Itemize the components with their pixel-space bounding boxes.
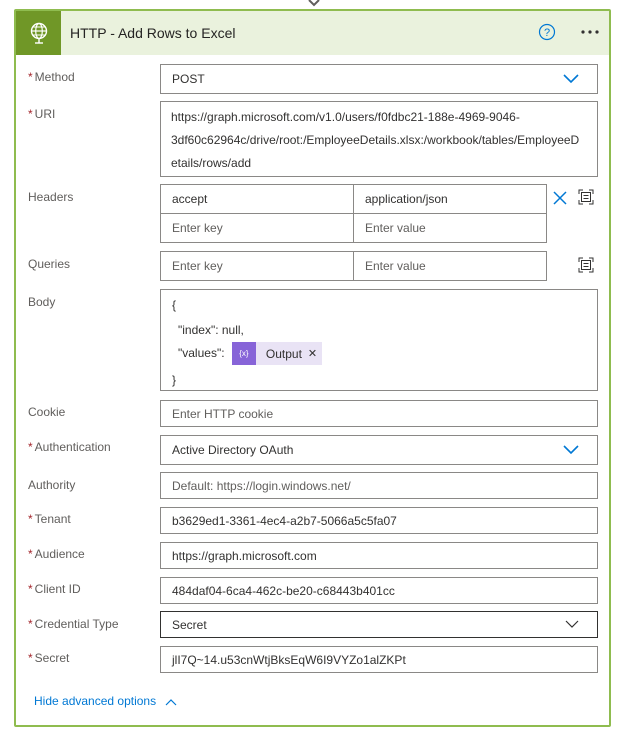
- card-header[interactable]: HTTP - Add Rows to Excel ?: [16, 11, 609, 55]
- text-mode-icon[interactable]: [578, 189, 594, 205]
- authentication-value: Active Directory OAuth: [172, 443, 294, 457]
- authentication-label-text: Authentication: [34, 440, 111, 454]
- chevron-down-icon: [563, 445, 579, 455]
- method-label: * Method: [28, 70, 75, 84]
- secret-label: * Secret: [28, 651, 69, 665]
- credential-type-dropdown[interactable]: Secret: [160, 611, 598, 638]
- variable-icon: {x}: [231, 342, 256, 366]
- more-horizontal-icon[interactable]: [578, 22, 602, 42]
- help-circle-icon[interactable]: ?: [538, 23, 556, 41]
- authority-label: Authority: [28, 478, 76, 492]
- cookie-input[interactable]: Enter HTTP cookie: [160, 400, 598, 427]
- client-id-label-text: Client ID: [34, 582, 81, 596]
- client-id-label: * Client ID: [28, 582, 81, 596]
- action-card: HTTP - Add Rows to Excel ? * Method POST …: [14, 9, 611, 727]
- chevron-up-icon: [166, 698, 177, 706]
- query-value-input[interactable]: Enter value: [353, 251, 547, 281]
- uri-line: etails/rows/add: [171, 156, 252, 170]
- hide-advanced-options-label: Hide advanced options: [34, 694, 157, 708]
- credential-type-value: Secret: [172, 618, 207, 632]
- audience-value: https://graph.microsoft.com: [172, 549, 317, 563]
- body-line: }: [172, 373, 177, 387]
- header-value-value: application/json: [365, 192, 448, 206]
- required-marker: *: [28, 547, 33, 561]
- connector-arrow-icon: [308, 0, 320, 7]
- hide-advanced-options-link[interactable]: Hide advanced options: [34, 694, 177, 708]
- text-mode-icon[interactable]: [578, 257, 594, 273]
- uri-line: https://graph.microsoft.com/v1.0/users/f…: [171, 110, 520, 124]
- required-marker: *: [28, 582, 33, 596]
- uri-input[interactable]: https://graph.microsoft.com/v1.0/users/f…: [160, 101, 598, 177]
- header-value-input[interactable]: Enter value: [353, 213, 547, 243]
- credential-type-label: * Credential Type: [28, 617, 119, 631]
- authority-input[interactable]: Default: https://login.windows.net/: [160, 472, 598, 499]
- body-values-key: "values":: [178, 346, 225, 360]
- header-value-input[interactable]: application/json: [353, 184, 547, 214]
- uri-label: * URI: [28, 107, 55, 121]
- svg-text:?: ?: [544, 27, 550, 39]
- uri-label-text: URI: [34, 107, 56, 121]
- audience-input[interactable]: https://graph.microsoft.com: [160, 542, 598, 569]
- tenant-value: b3629ed1-3361-4ec4-a2b7-5066a5c5fa07: [172, 514, 397, 528]
- body-label: Body: [28, 295, 56, 309]
- header-key-input[interactable]: Enter key: [160, 213, 354, 243]
- token-label: Output: [265, 346, 302, 361]
- body-editor[interactable]: { "index": null, "values": {x} Output ✕ …: [160, 289, 598, 391]
- secret-value: jlI7Q~14.u53cnWtjBksEqW6I9VYZo1alZKPt: [172, 653, 406, 667]
- chevron-down-icon: [563, 74, 579, 84]
- required-marker: *: [28, 70, 33, 84]
- header-key-placeholder: Enter key: [172, 221, 223, 235]
- body-values-line: "values": {x} Output ✕: [178, 340, 323, 367]
- uri-line: 3df60c62964c/drive/root:/EmployeeDetails…: [171, 133, 580, 147]
- authentication-dropdown[interactable]: Active Directory OAuth: [160, 435, 598, 465]
- chevron-down-icon: [565, 620, 579, 628]
- tenant-label-text: Tenant: [34, 512, 71, 526]
- secret-input[interactable]: jlI7Q~14.u53cnWtjBksEqW6I9VYZo1alZKPt: [160, 646, 598, 673]
- headers-label: Headers: [28, 190, 74, 204]
- body-line: {: [172, 298, 177, 312]
- required-marker: *: [28, 651, 33, 665]
- header-value-placeholder: Enter value: [365, 221, 426, 235]
- query-key-input[interactable]: Enter key: [160, 251, 354, 281]
- method-value: POST: [172, 72, 205, 86]
- authentication-label: * Authentication: [28, 440, 111, 454]
- authority-placeholder: Default: https://login.windows.net/: [172, 479, 351, 493]
- required-marker: *: [28, 512, 33, 526]
- cookie-label: Cookie: [28, 405, 66, 419]
- cookie-placeholder: Enter HTTP cookie: [172, 407, 274, 421]
- dynamic-content-token[interactable]: {x} Output ✕: [231, 341, 323, 367]
- client-id-input[interactable]: 484daf04-6ca4-462c-be20-c68443b401cc: [160, 577, 598, 604]
- remove-header-icon[interactable]: [553, 191, 567, 205]
- required-marker: *: [28, 617, 33, 631]
- credential-type-label-text: Credential Type: [34, 617, 119, 631]
- required-marker: *: [28, 440, 33, 454]
- method-label-text: Method: [34, 70, 75, 84]
- header-key-input[interactable]: accept: [160, 184, 354, 214]
- header-key-value: accept: [172, 192, 208, 206]
- token-close-icon[interactable]: ✕: [306, 341, 322, 367]
- required-marker: *: [28, 107, 33, 121]
- tenant-label: * Tenant: [28, 512, 71, 526]
- tenant-input[interactable]: b3629ed1-3361-4ec4-a2b7-5066a5c5fa07: [160, 507, 598, 534]
- globe-icon: [16, 11, 61, 55]
- audience-label: * Audience: [28, 547, 85, 561]
- query-value-placeholder: Enter value: [365, 259, 426, 273]
- query-key-placeholder: Enter key: [172, 259, 223, 273]
- client-id-value: 484daf04-6ca4-462c-be20-c68443b401cc: [172, 584, 395, 598]
- queries-label: Queries: [28, 257, 71, 271]
- method-dropdown[interactable]: POST: [160, 64, 598, 94]
- audience-label-text: Audience: [34, 547, 85, 561]
- secret-label-text: Secret: [34, 651, 70, 665]
- card-title: HTTP - Add Rows to Excel: [70, 25, 236, 41]
